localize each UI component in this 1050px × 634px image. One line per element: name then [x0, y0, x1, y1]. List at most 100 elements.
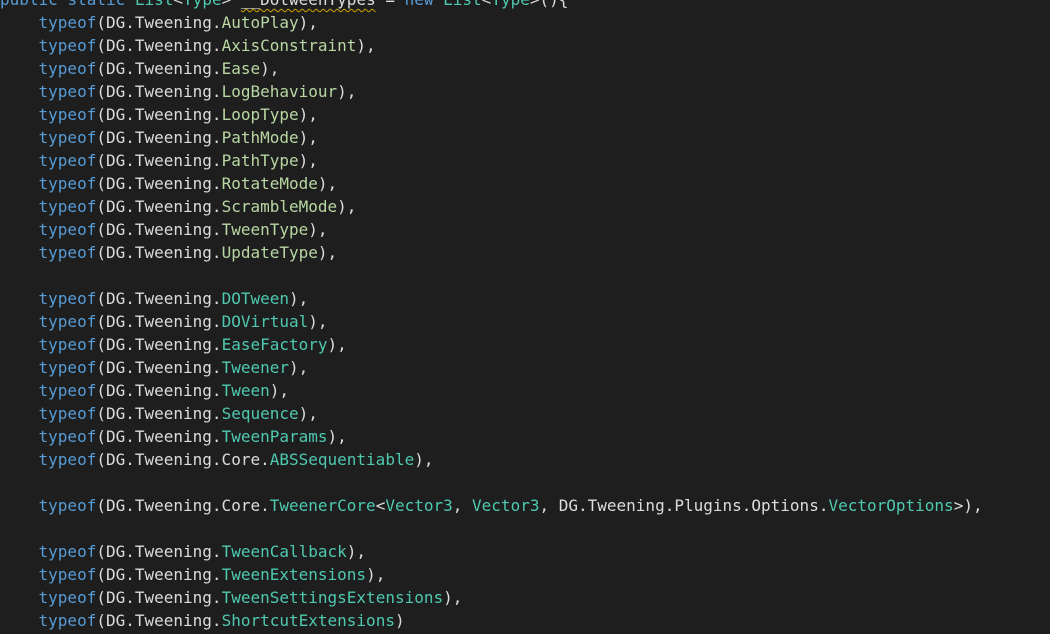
code-token: VectorOptions	[828, 496, 954, 515]
code-line[interactable]: typeof(DG.Tweening.TweenCallback),	[0, 540, 983, 563]
code-token: <	[375, 496, 386, 515]
code-token: typeof	[0, 243, 97, 262]
code-lines: public static List<Type> __DotweenTypes …	[0, 0, 983, 632]
code-token: (DG.Tweening.	[96, 289, 222, 308]
code-token: Sequence	[221, 404, 299, 423]
code-token: ScrambleMode	[221, 197, 338, 216]
code-token: (DG.Tweening.	[96, 151, 222, 170]
code-line[interactable]	[0, 264, 983, 287]
code-token: typeof	[0, 358, 97, 377]
code-token: ),	[298, 128, 318, 147]
code-token: ),	[269, 381, 289, 400]
code-token: typeof	[0, 151, 97, 170]
code-line[interactable]: typeof(DG.Tweening.AxisConstraint),	[0, 34, 983, 57]
code-token: typeof	[0, 312, 97, 331]
code-token: (DG.Tweening.	[96, 358, 222, 377]
code-token: ),	[289, 289, 309, 308]
code-line[interactable]: typeof(DG.Tweening.TweenParams),	[0, 425, 983, 448]
code-token: (DG.Tweening.	[96, 381, 222, 400]
code-token: (DG.Tweening.	[96, 565, 222, 584]
code-editor[interactable]: public static List<Type> __DotweenTypes …	[0, 0, 1050, 634]
code-token: ),	[289, 358, 309, 377]
code-token: ),	[260, 59, 280, 78]
code-line[interactable]: typeof(DG.Tweening.Core.TweenerCore<Vect…	[0, 494, 983, 517]
code-line[interactable]: typeof(DG.Tweening.Ease),	[0, 57, 983, 80]
code-token: ),	[298, 404, 318, 423]
code-token: Type	[491, 0, 530, 9]
code-token: ),	[366, 565, 386, 584]
code-token: typeof	[0, 59, 97, 78]
code-token: new	[405, 0, 444, 9]
code-line[interactable]: typeof(DG.Tweening.TweenSettingsExtensio…	[0, 586, 983, 609]
code-line[interactable]: typeof(DG.Tweening.LoopType),	[0, 103, 983, 126]
code-token: Vector3	[385, 496, 453, 515]
code-token: (DG.Tweening.Core.	[96, 496, 270, 515]
code-token: ),	[298, 13, 318, 32]
code-line[interactable]: typeof(DG.Tweening.Tweener),	[0, 356, 983, 379]
code-token: , DG.Tweening.Plugins.Options.	[539, 496, 829, 515]
code-token: TweenType	[221, 220, 309, 239]
code-token: (DG.Tweening.	[96, 588, 222, 607]
code-line[interactable]: typeof(DG.Tweening.Sequence),	[0, 402, 983, 425]
code-token: (DG.Tweening.	[96, 105, 222, 124]
code-token: (DG.Tweening.	[96, 220, 222, 239]
code-token: ),	[346, 542, 367, 561]
code-token: Vector3	[472, 496, 540, 515]
code-line[interactable]: typeof(DG.Tweening.LogBehaviour),	[0, 80, 983, 103]
code-token: List	[135, 0, 174, 9]
code-token: ),	[308, 312, 328, 331]
code-token: (DG.Tweening.	[96, 174, 222, 193]
code-token: ),	[337, 82, 357, 101]
code-token: typeof	[0, 289, 97, 308]
code-line[interactable]: typeof(DG.Tweening.DOTween),	[0, 287, 983, 310]
code-token: typeof	[0, 174, 97, 193]
code-line[interactable]: typeof(DG.Tweening.EaseFactory),	[0, 333, 983, 356]
code-token: ),	[298, 151, 318, 170]
code-line[interactable]	[0, 471, 983, 494]
code-token: AutoPlay	[221, 13, 299, 32]
code-line[interactable]: typeof(DG.Tweening.PathMode),	[0, 126, 983, 149]
code-token: ),	[356, 36, 376, 55]
code-token: EaseFactory	[221, 335, 328, 354]
code-token: DOTween	[221, 289, 289, 308]
code-line[interactable]: typeof(DG.Tweening.DOVirtual),	[0, 310, 983, 333]
code-token: TweenCallback	[221, 542, 347, 561]
code-line[interactable]: typeof(DG.Tweening.AutoPlay),	[0, 11, 983, 34]
code-token: TweenExtensions	[221, 565, 367, 584]
code-token: (DG.Tweening.	[96, 128, 222, 147]
code-line[interactable]: typeof(DG.Tweening.Tween),	[0, 379, 983, 402]
code-token: public	[0, 0, 67, 9]
code-token: DOVirtual	[221, 312, 309, 331]
code-token: =	[376, 0, 405, 9]
code-line[interactable]: typeof(DG.Tweening.RotateMode),	[0, 172, 983, 195]
code-token: (DG.Tweening.	[96, 335, 222, 354]
code-token: ShortcutExtensions	[221, 611, 395, 630]
code-token: >),	[953, 496, 983, 515]
code-token: ),	[414, 450, 434, 469]
code-line[interactable]: typeof(DG.Tweening.ScrambleMode),	[0, 195, 983, 218]
code-line[interactable]: typeof(DG.Tweening.TweenType),	[0, 218, 983, 241]
code-token: typeof	[0, 197, 97, 216]
code-line[interactable]: typeof(DG.Tweening.ShortcutExtensions)	[0, 609, 983, 632]
code-token: List	[443, 0, 482, 9]
code-token: ),	[317, 243, 338, 262]
code-token: PathType	[221, 151, 299, 170]
code-token: (DG.Tweening.Core.	[96, 450, 270, 469]
code-token: typeof	[0, 381, 97, 400]
code-line[interactable]: typeof(DG.Tweening.UpdateType),	[0, 241, 983, 264]
code-token: typeof	[0, 427, 97, 446]
code-line[interactable]: public static List<Type> __DotweenTypes …	[0, 0, 983, 11]
code-token: TweenSettingsExtensions	[221, 588, 444, 607]
code-token: Ease	[221, 59, 261, 78]
code-token: (DG.Tweening.	[96, 611, 222, 630]
code-line[interactable]: typeof(DG.Tweening.TweenExtensions),	[0, 563, 983, 586]
code-token: static	[67, 0, 134, 9]
code-token: typeof	[0, 611, 97, 630]
code-line[interactable]	[0, 517, 983, 540]
code-line[interactable]: typeof(DG.Tweening.Core.ABSSequentiable)…	[0, 448, 983, 471]
code-token: typeof	[0, 542, 97, 561]
code-token: typeof	[0, 13, 97, 32]
code-token: (DG.Tweening.	[96, 197, 222, 216]
code-token: typeof	[0, 128, 97, 147]
code-line[interactable]: typeof(DG.Tweening.PathType),	[0, 149, 983, 172]
